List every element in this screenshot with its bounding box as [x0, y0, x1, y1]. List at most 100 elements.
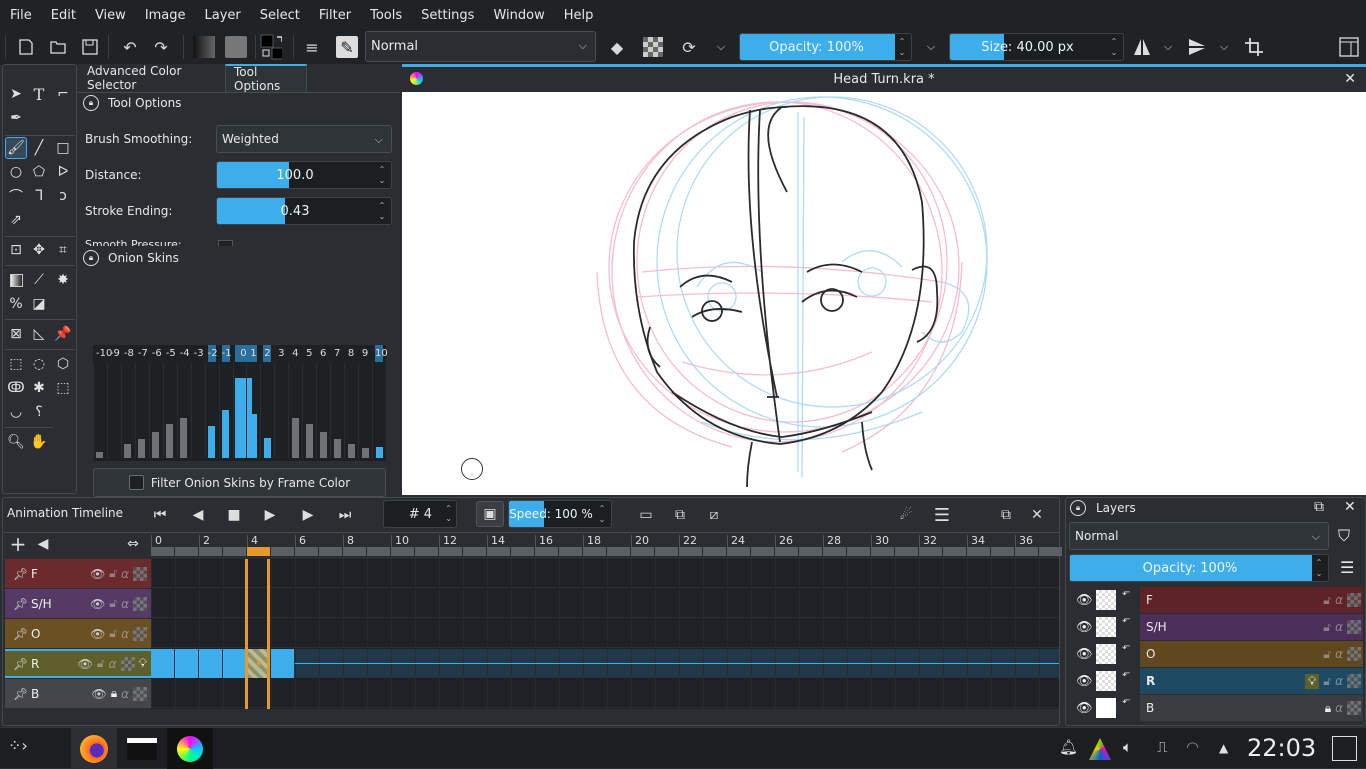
pin-icon[interactable]: 📌︎ [13, 567, 28, 581]
chevron-down-icon[interactable]: ⌵ [920, 36, 942, 58]
no-frame-icon[interactable]: ⧄ [702, 503, 726, 527]
tab-advanced-color-selector[interactable]: Advanced Color Selector [79, 64, 225, 92]
onion-frame-label[interactable]: -3 [194, 345, 204, 362]
size-spin[interactable]: ⌃ ⌄ [1107, 36, 1121, 58]
float-docker-icon[interactable]: ⧉ [994, 503, 1018, 527]
ruler-cell[interactable] [199, 547, 222, 556]
alpha-lock-icon[interactable]: α [1335, 593, 1343, 607]
ruler-cell[interactable] [943, 547, 966, 556]
stroke-ending-slider[interactable]: 0.43 ⌃ ⌄ [216, 197, 392, 225]
drop-frames-icon[interactable]: ▣ [476, 501, 504, 527]
edit-shapes-tool-icon[interactable]: ⌐ [52, 83, 74, 105]
ruler-cell[interactable] [727, 547, 750, 556]
show-desktop-icon[interactable] [1332, 736, 1357, 761]
ruler-cell[interactable] [607, 547, 630, 556]
layer-name-area[interactable]: O 🔓︎ α [1140, 641, 1363, 667]
ruler-cell[interactable] [535, 547, 558, 556]
crop-overlay-icon[interactable] [1243, 36, 1265, 58]
taskbar-file-manager[interactable] [119, 728, 165, 769]
onion-opacity-bar[interactable] [208, 426, 216, 458]
onion-opacity-bar[interactable] [333, 438, 341, 458]
onion-opacity-bar[interactable] [249, 414, 257, 458]
ruler-cell[interactable] [679, 547, 702, 556]
zoom-fit-icon[interactable]: ⇔ [121, 532, 145, 556]
ruler-cell[interactable] [439, 547, 462, 556]
opacity-slider[interactable]: Opacity: 100% ⌃ ⌄ [739, 33, 912, 61]
ruler-cell[interactable] [151, 547, 174, 556]
menu-tools[interactable]: Tools [364, 8, 408, 23]
chevron-down-icon[interactable]: ⌵ [1157, 36, 1179, 58]
timeline-layer-f[interactable]: 📌︎ F 👁︎ 🔓︎ α [5, 559, 151, 588]
menu-file[interactable]: File [4, 8, 38, 23]
gradient-icon[interactable] [193, 36, 215, 58]
ruler-cell[interactable] [895, 547, 918, 556]
current-frame-marker[interactable] [247, 547, 270, 556]
ruler-cell[interactable] [583, 547, 606, 556]
menu-image[interactable]: Image [139, 8, 192, 23]
ruler-cell[interactable] [919, 547, 942, 556]
preserve-alpha-icon[interactable] [643, 37, 663, 57]
filter-onion-skins-button[interactable]: Filter Onion Skins by Frame Color [93, 468, 386, 497]
ruler-cell[interactable] [175, 547, 198, 556]
mirror-horizontal-icon[interactable] [1131, 36, 1153, 58]
play-icon[interactable]: ▶ [258, 503, 282, 527]
ruler-cell[interactable] [1015, 547, 1038, 556]
transform-tool-icon[interactable]: ⊡ [5, 239, 27, 261]
menu-select[interactable]: Select [254, 8, 306, 23]
alpha-lock-icon[interactable]: α [109, 657, 117, 671]
onion-frame-label[interactable]: 10 [375, 345, 388, 362]
rectangular-selection-tool-icon[interactable]: ⬚ [5, 353, 27, 375]
ruler-cell[interactable] [871, 547, 894, 556]
inherit-alpha-icon[interactable] [133, 626, 147, 641]
ruler-cell[interactable] [415, 547, 438, 556]
onion-opacity-bar[interactable] [96, 451, 104, 458]
ruler-cell[interactable] [751, 547, 774, 556]
visibility-icon[interactable]: 👁︎ [90, 567, 105, 581]
close-docker-icon[interactable]: ✕ [1025, 503, 1049, 527]
brush-presets-icon[interactable]: ≡ [301, 36, 323, 58]
ruler-cell[interactable] [847, 547, 870, 556]
ruler-cell[interactable] [559, 547, 582, 556]
unlock-icon[interactable]: 🔓︎ [1323, 593, 1331, 608]
float-docker-icon[interactable]: ⧉ [1314, 499, 1324, 515]
onion-frame-label[interactable]: 2 [263, 345, 272, 362]
unlock-icon[interactable]: 🔓︎ [97, 656, 105, 671]
ruler-cell[interactable] [991, 547, 1014, 556]
unlock-icon[interactable]: 🔓︎ [1323, 647, 1331, 662]
filter-onion-checkbox[interactable] [128, 475, 144, 490]
assistant-tool-icon[interactable]: % [5, 293, 27, 315]
onion-frame-label[interactable]: -8 [124, 345, 134, 362]
gradient-tool-icon[interactable] [5, 269, 27, 291]
unlock-icon[interactable]: 🔓︎ [1323, 674, 1331, 689]
onion-opacity-bar[interactable] [138, 438, 146, 458]
visibility-icon[interactable]: 👁︎ [90, 627, 105, 641]
current-frame-input[interactable]: # 4 ⌃ ⌄ [383, 500, 457, 528]
layer-name-area[interactable]: S/H 🔓︎ α [1140, 614, 1363, 640]
ruler-cell[interactable] [463, 547, 486, 556]
new-document-icon[interactable] [15, 36, 37, 58]
ruler-cell[interactable] [967, 547, 990, 556]
next-frame-icon[interactable]: ▶ [296, 503, 320, 527]
multibrush-tool-icon[interactable]: ⇗ [5, 209, 27, 231]
onion-skin-editor[interactable]: -10 -9 -8 -7 -6 -5 -4 -3 -2 -1 0 1 2 3 4 5 6 7 8 9 10 [93, 345, 388, 461]
application-launcher-icon[interactable]: ⁘› [8, 736, 28, 755]
ruler-cell[interactable] [319, 547, 342, 556]
add-layer-icon[interactable]: + [6, 532, 30, 556]
first-frame-icon[interactable]: ⏮ [148, 503, 172, 527]
smart-patch-tool-icon[interactable]: ✸ [52, 269, 74, 291]
pin-icon[interactable]: 📌︎ [13, 627, 28, 641]
onion-opacity-bar[interactable] [152, 432, 160, 458]
last-frame-icon[interactable]: ⏭ [333, 503, 357, 527]
opacity-spin[interactable]: ⌃ ⌄ [895, 36, 909, 58]
speed-slider[interactable]: Speed: 100 % ⌃ ⌄ [508, 500, 612, 528]
inherit-alpha-icon[interactable] [1347, 701, 1361, 715]
pan-tool-icon[interactable]: ✋ [28, 431, 50, 453]
onion-frame-label[interactable]: 4 [291, 345, 299, 362]
ruler-cell[interactable] [823, 547, 846, 556]
frame-row[interactable] [151, 559, 1059, 588]
keyframe[interactable] [271, 649, 294, 678]
text-tool-icon[interactable]: T [28, 83, 50, 105]
eraser-icon[interactable]: ◆ [606, 36, 628, 58]
open-document-icon[interactable] [47, 36, 69, 58]
visibility-icon[interactable]: 👁︎ [90, 597, 105, 611]
